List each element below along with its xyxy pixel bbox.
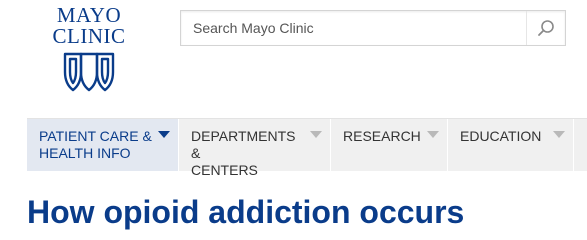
caret-down-icon — [553, 131, 565, 138]
search-button[interactable] — [526, 11, 565, 45]
page-title: How opioid addiction occurs — [27, 194, 465, 230]
nav-item-label: EDUCATION — [460, 128, 542, 144]
caret-down-icon — [158, 131, 170, 138]
nav-item-label: PATIENT CARE & HEALTH INFO — [39, 128, 152, 161]
nav-item-patient-care[interactable]: PATIENT CARE & HEALTH INFO — [27, 119, 179, 171]
search-box — [180, 10, 566, 46]
nav-item-departments[interactable]: DEPARTMENTS & CENTERS — [179, 119, 331, 178]
nav-item-education[interactable]: EDUCATION — [448, 119, 574, 171]
main-navigation: PATIENT CARE & HEALTH INFO DEPARTMENTS &… — [27, 118, 587, 178]
three-shields-icon — [63, 52, 115, 92]
nav-item-label: DEPARTMENTS & CENTERS — [191, 128, 296, 178]
logo-text-mayo: MAYO — [56, 3, 122, 27]
caret-down-icon — [427, 131, 439, 138]
search-input[interactable] — [181, 11, 521, 45]
logo-text-clinic: CLINIC — [52, 24, 126, 48]
nav-item-label: RESEARCH — [343, 128, 421, 144]
caret-down-icon — [310, 131, 322, 138]
mayo-clinic-logo[interactable]: MAYO CLINIC — [47, 5, 131, 95]
nav-item-research[interactable]: RESEARCH — [331, 119, 448, 171]
search-icon — [538, 20, 554, 36]
